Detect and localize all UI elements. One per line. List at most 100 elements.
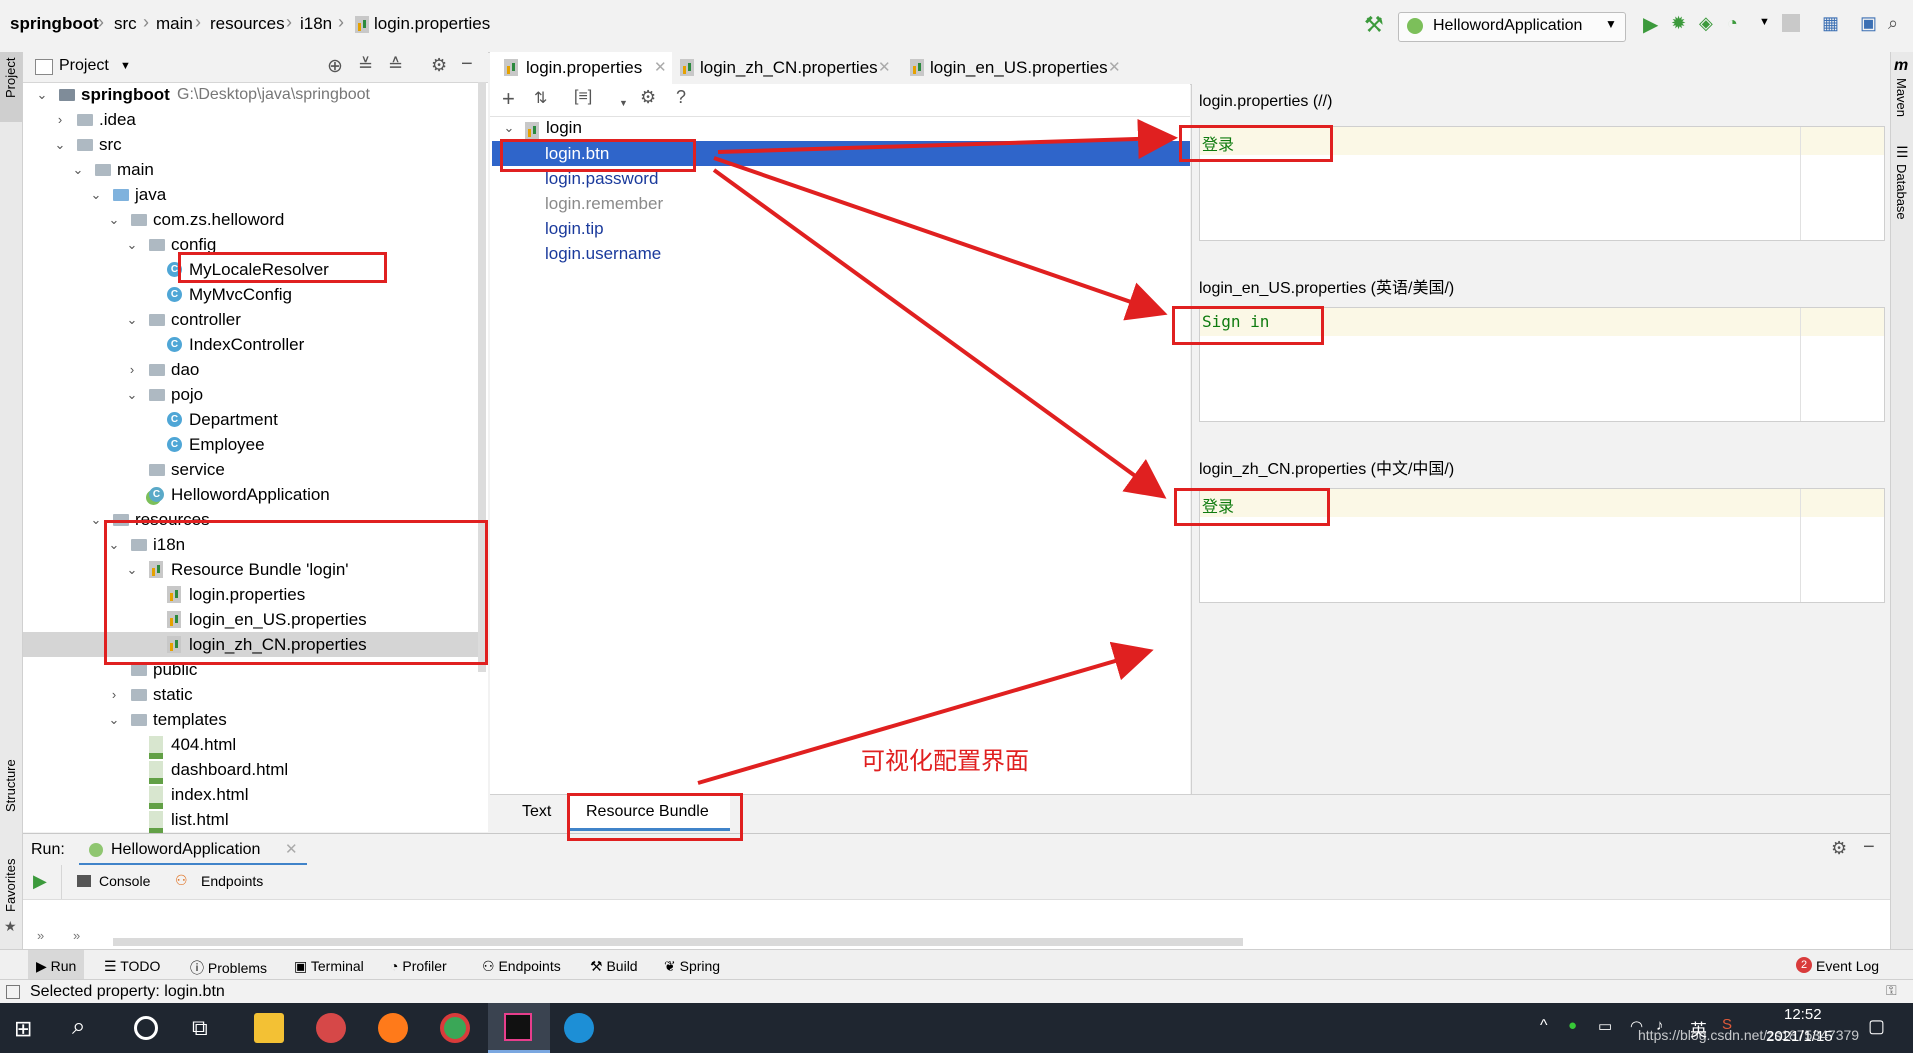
chevron-down-icon[interactable]: ⌄ (53, 132, 67, 157)
profile-icon[interactable]: ◔ (1727, 13, 1738, 34)
tree-row[interactable]: service (23, 457, 488, 482)
file-explorer-icon[interactable] (254, 1013, 284, 1043)
tool-endpoints[interactable]: ⚇ Endpoints (482, 958, 561, 975)
clock-time[interactable]: 12:52 (1784, 1006, 1822, 1023)
expand-all-icon[interactable]: ≚ (358, 55, 373, 76)
tree-row[interactable]: › .idea (23, 107, 488, 132)
layout-icon[interactable] (6, 985, 20, 999)
chevron-down-icon[interactable]: ▼ (120, 60, 131, 72)
chevron-down-icon[interactable]: ⌄ (125, 382, 139, 407)
windows-start-icon[interactable]: ⊞ (14, 1016, 32, 1042)
window-icon[interactable]: ▣ (1860, 13, 1877, 34)
tool-problems[interactable]: ⓘ Problems (190, 958, 267, 978)
tab-console[interactable]: Console (99, 873, 150, 889)
chrome-icon[interactable] (440, 1013, 470, 1043)
help-icon[interactable]: ? (676, 87, 686, 108)
chevron-down-icon[interactable]: ⌄ (107, 207, 121, 232)
favorites-tool-label[interactable]: Favorites (3, 859, 18, 912)
tree-row[interactable]: dashboard.html (23, 757, 488, 784)
tree-row[interactable]: C Employee (23, 432, 488, 457)
search-icon[interactable]: ⌕ (1888, 13, 1898, 34)
more-icon[interactable]: » (37, 928, 44, 943)
tree-row[interactable]: › dao (23, 357, 488, 382)
project-tool-label[interactable]: Project (3, 58, 18, 98)
project-structure-icon[interactable]: ▦ (1822, 13, 1839, 34)
cortana-icon[interactable] (134, 1016, 158, 1040)
minimize-icon[interactable]: − (1863, 836, 1875, 859)
debug-icon[interactable]: ✹ (1671, 13, 1686, 34)
chevron-down-icon[interactable]: ⌄ (89, 182, 103, 207)
horizontal-scrollbar[interactable] (113, 938, 1243, 946)
search-icon[interactable]: ⌕ (72, 1013, 85, 1041)
close-icon[interactable]: ✕ (654, 52, 667, 84)
bundle-key[interactable]: login.tip (545, 216, 604, 241)
tab-login-properties[interactable]: login.properties ✕ (490, 52, 672, 87)
collapse-all-icon[interactable]: ≙ (388, 55, 403, 76)
chevron-down-icon[interactable]: ⌄ (125, 307, 139, 332)
chevron-down-icon[interactable]: ⌄ (35, 82, 49, 107)
gear-icon[interactable]: ⚙ (431, 55, 447, 76)
add-icon[interactable]: + (502, 86, 515, 112)
tab-endpoints[interactable]: Endpoints (201, 873, 263, 889)
chevron-right-icon[interactable]: › (53, 107, 67, 132)
tool-terminal[interactable]: ▣ Terminal (294, 958, 364, 975)
battery-icon[interactable]: ▭ (1598, 1017, 1612, 1035)
stop-icon[interactable] (1782, 14, 1800, 32)
breadcrumb-main[interactable]: main (156, 14, 193, 34)
tree-row[interactable]: C Department (23, 407, 488, 432)
chevron-down-icon[interactable]: ⌄ (107, 707, 121, 732)
close-icon[interactable]: ✕ (878, 52, 891, 84)
chevron-down-icon[interactable]: ▼ (1759, 16, 1770, 28)
breadcrumb-src[interactable]: src (114, 14, 137, 34)
tool-profiler[interactable]: ◔ Profiler (390, 958, 447, 974)
tree-row[interactable]: ⌄ springboot G:\Desktop\java\springboot (23, 82, 488, 107)
tool-build[interactable]: ⚒ Build (590, 958, 638, 975)
breadcrumb-resources[interactable]: resources (210, 14, 285, 34)
more-icon[interactable]: » (73, 928, 80, 943)
minimize-icon[interactable]: − (461, 53, 473, 76)
hammer-icon[interactable]: ⚒ (1364, 12, 1384, 38)
gear-icon[interactable]: ⚙ (640, 87, 656, 108)
chevron-down-icon[interactable]: ▼ (619, 98, 628, 108)
tree-row[interactable]: list.html (23, 807, 488, 834)
tree-row[interactable]: › static (23, 682, 488, 707)
bundle-key[interactable]: login.remember (545, 191, 663, 216)
chevron-down-icon[interactable]: ⌄ (71, 157, 85, 182)
maven-tool-label[interactable]: Maven (1894, 78, 1909, 117)
tree-row[interactable]: ⌄ com.zs.helloword (23, 207, 488, 232)
tree-row[interactable]: ⌄ templates (23, 707, 488, 732)
chevron-right-icon[interactable]: › (125, 357, 139, 382)
tree-row[interactable]: C MyMvcConfig (23, 282, 488, 307)
tree-row[interactable]: C IndexController (23, 332, 488, 357)
bundle-root-label[interactable]: login (546, 118, 582, 138)
tray-expand-icon[interactable]: ^ (1540, 1017, 1548, 1035)
coverage-icon[interactable]: ◈ (1699, 13, 1713, 34)
tree-row[interactable]: index.html (23, 782, 488, 809)
close-icon[interactable]: ✕ (285, 840, 298, 858)
breadcrumb-file[interactable]: login.properties (374, 14, 490, 34)
sort-icon[interactable]: ⇅ (534, 88, 547, 108)
wechat-icon[interactable]: ● (1568, 1017, 1577, 1034)
intellij-taskbar-active[interactable] (488, 1003, 550, 1053)
tab-login-en-us-properties[interactable]: login_en_US.properties ✕ (910, 52, 1130, 84)
tool-todo[interactable]: ☰ TODO (104, 958, 160, 975)
project-panel-title[interactable]: Project (59, 57, 109, 75)
breadcrumb-i18n[interactable]: i18n (300, 14, 332, 34)
chevron-down-icon[interactable]: ⌄ (89, 507, 103, 532)
tab-login-zh-cn-properties[interactable]: login_zh_CN.properties ✕ (680, 52, 896, 84)
tree-row[interactable]: ⌄ pojo (23, 382, 488, 407)
chevron-down-icon[interactable]: ⌄ (502, 120, 516, 136)
tree-row[interactable]: C HellowordApplication (23, 482, 488, 507)
tree-row[interactable]: ⌄ controller (23, 307, 488, 332)
bundle-key[interactable]: login.username (545, 241, 661, 266)
gear-icon[interactable]: ⚙ (1831, 838, 1847, 859)
locate-icon[interactable]: ⊕ (327, 55, 343, 78)
edge-icon[interactable] (564, 1013, 594, 1043)
console-output[interactable]: » » (23, 899, 1890, 950)
structure-tool-label[interactable]: Structure (3, 759, 18, 812)
chevron-right-icon[interactable]: › (107, 682, 121, 707)
lock-icon[interactable]: ⚿ (1886, 982, 1897, 999)
group-icon[interactable]: [≡] (574, 88, 592, 106)
tree-row[interactable]: ⌄ java (23, 182, 488, 207)
chevron-down-icon[interactable]: ⌄ (125, 232, 139, 257)
